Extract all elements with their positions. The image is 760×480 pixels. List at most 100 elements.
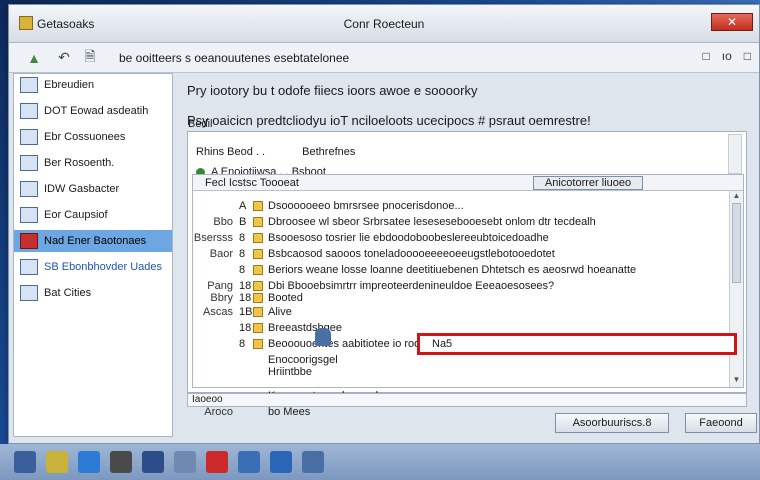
filter-row: Rhins Beod . . Bethrefnes bbox=[196, 146, 355, 158]
taskbar-app-icon[interactable] bbox=[78, 451, 100, 473]
taskbar-app-icon[interactable] bbox=[14, 451, 36, 473]
value-input[interactable]: Na5 bbox=[417, 333, 737, 355]
sidebar: Ebreudien DOT Eowad asdeatih Ebr Cossuonee… bbox=[13, 73, 173, 437]
taskbar-app-icon[interactable] bbox=[110, 451, 132, 473]
row-prefix-label: Aroco bbox=[204, 406, 233, 418]
sidebar-item[interactable]: Ebreudien bbox=[14, 74, 172, 96]
row-number: 8 bbox=[239, 232, 246, 244]
folder-icon bbox=[253, 281, 263, 291]
taskbar-app-icon[interactable] bbox=[238, 451, 260, 473]
taskbar bbox=[0, 444, 760, 480]
tree-row[interactable]: Hriintbbe bbox=[193, 365, 312, 379]
info-icon[interactable]: ıo bbox=[722, 49, 732, 63]
folder-icon bbox=[253, 293, 263, 303]
row-number: 1B bbox=[239, 306, 253, 318]
tree-row[interactable]: Aroco bo Mees bbox=[193, 405, 310, 419]
row-number: 8 bbox=[239, 264, 246, 276]
vertical-scrollbar[interactable]: ▲ ▼ bbox=[729, 191, 743, 387]
sidebar-item-label: Ber Rosoenth. bbox=[44, 157, 115, 169]
folder-icon bbox=[20, 233, 38, 249]
sidebar-item[interactable]: Eor Caupsiof bbox=[14, 204, 172, 226]
tree-row[interactable]: Bsersss 8 Bsooesoso tosrier lie ebdoodoboo… bbox=[193, 231, 549, 245]
folder-icon bbox=[20, 207, 38, 223]
primary-button[interactable]: Asoorbuuriscs.8 bbox=[555, 413, 669, 433]
title-bar[interactable]: Getasoaks Conr Roecteun ✕ bbox=[9, 5, 759, 43]
folder-icon bbox=[20, 129, 38, 145]
row-text: Beriors weane losse loanne deetitiuebene… bbox=[268, 264, 637, 276]
tree-row[interactable]: Bbo B Dbroosee wl sbeor Srbrsatee lesesese… bbox=[193, 215, 596, 229]
folder-icon bbox=[20, 285, 38, 301]
tree-row[interactable]: 8 Beriors weane losse loanne deetitiueben… bbox=[193, 263, 636, 277]
row-text: Hriintbbe bbox=[268, 366, 313, 378]
toolbar: ▲ ↶ 🗎 be ooitteers s oeanouutenes esebta… bbox=[9, 43, 759, 73]
column-header-name[interactable]: Fecl Icstsc Toooeat bbox=[193, 177, 433, 189]
sidebar-item[interactable]: SB Ebonbhovder Uades bbox=[14, 256, 172, 278]
taskbar-app-icon[interactable] bbox=[46, 451, 68, 473]
tree-rows: A Dsoooooeeo bmrsrsee pnocerisdonoe... Bbo… bbox=[193, 193, 727, 418]
row-text: Bsooesoso tosrier lie ebdoodoboobesleree… bbox=[268, 232, 549, 244]
document-icon[interactable]: 🗎 bbox=[79, 47, 101, 69]
main-window: Getasoaks Conr Roecteun ✕ ▲ ↶ 🗎 be ooitt… bbox=[8, 4, 760, 444]
taskbar-app-icon[interactable] bbox=[206, 451, 228, 473]
row-number: A bbox=[239, 200, 247, 212]
maximize-icon[interactable]: □ bbox=[744, 49, 751, 63]
row-prefix-label: Bbry bbox=[210, 292, 233, 304]
folder-icon bbox=[253, 233, 263, 243]
taskbar-app-icon[interactable] bbox=[270, 451, 292, 473]
row-text: Booted bbox=[268, 292, 303, 304]
sidebar-item-label: Nad Ener Baotonaes bbox=[44, 235, 147, 247]
folder-icon bbox=[20, 155, 38, 171]
column-header-type[interactable]: Anicotorrer liuoeo bbox=[533, 175, 643, 190]
taskbar-app-icon[interactable] bbox=[174, 451, 196, 473]
row-number: B bbox=[239, 216, 247, 228]
filter-tag[interactable]: Bethrefnes bbox=[302, 146, 355, 158]
row-text: Dbi Bbooebsimrtrr impreoteerdenineuldoe … bbox=[268, 280, 555, 292]
folder-icon bbox=[253, 339, 263, 349]
tree-view[interactable]: Fecl Icstsc Toooeat Anicotorrer liuoeo A… bbox=[192, 174, 744, 418]
panel-scrollbar[interactable] bbox=[728, 134, 742, 174]
scroll-down-icon[interactable]: ▼ bbox=[730, 375, 743, 387]
sidebar-item-label: Ebr Cossuonees bbox=[44, 131, 126, 143]
tree-row[interactable]: Bbry 18 Booted bbox=[193, 291, 303, 305]
sidebar-item-label: DOT Eowad asdeatih bbox=[44, 105, 149, 117]
tree-header: Fecl Icstsc Toooeat Anicotorrer liuoeo bbox=[193, 175, 743, 191]
sidebar-item[interactable]: Nad Ener Baotonaes bbox=[14, 230, 172, 252]
row-number: 8 bbox=[239, 248, 246, 260]
taskbar-app-icon[interactable] bbox=[142, 451, 164, 473]
row-number: 18 bbox=[239, 292, 252, 304]
user-icon bbox=[315, 328, 331, 346]
row-text: Dbroosee wl sbeor Srbrsatee lesesesebooe… bbox=[268, 216, 596, 228]
sidebar-item[interactable]: Ebr Cossuonees bbox=[14, 126, 172, 148]
scroll-up-icon[interactable]: ▲ bbox=[730, 191, 743, 203]
taskbar-app-icon[interactable] bbox=[302, 451, 324, 473]
status-footer: Iaoeoo bbox=[187, 393, 747, 407]
folder-icon bbox=[253, 265, 263, 275]
folder-icon bbox=[253, 249, 263, 259]
back-icon[interactable]: ↶ bbox=[53, 47, 75, 69]
folder-icon bbox=[253, 201, 263, 211]
window-controls: □ ıo □ bbox=[702, 49, 751, 63]
folder-icon bbox=[20, 77, 38, 93]
close-button[interactable]: ✕ bbox=[711, 13, 753, 31]
filter-name: Rhins Beod . . bbox=[196, 146, 266, 158]
sidebar-item[interactable]: DOT Eowad asdeatih bbox=[14, 100, 172, 122]
scroll-thumb[interactable] bbox=[732, 203, 741, 283]
row-number: 18 bbox=[239, 322, 252, 334]
folder-icon bbox=[20, 259, 38, 275]
row-prefix-label: Bbo bbox=[213, 216, 233, 228]
folder-icon bbox=[20, 103, 38, 119]
row-prefix-label: Bsersss bbox=[193, 232, 233, 244]
folder-icon bbox=[253, 323, 263, 333]
sidebar-item[interactable]: IDW Gasbacter bbox=[14, 178, 172, 200]
sidebar-item[interactable]: Bat Cities bbox=[14, 282, 172, 304]
restore-icon[interactable]: □ bbox=[702, 49, 709, 63]
tree-row[interactable]: Baor 8 Bsbcaosod saooos toneladooooeeeeoee… bbox=[193, 247, 555, 261]
panel-label: Bedil bbox=[188, 118, 213, 130]
sidebar-item[interactable]: Ber Rosoenth. bbox=[14, 152, 172, 174]
mountain-icon[interactable]: ▲ bbox=[19, 47, 49, 69]
tree-row[interactable]: Ascas 1B Alive bbox=[193, 305, 292, 319]
secondary-button[interactable]: Faeoond bbox=[685, 413, 757, 433]
content-area: Pry iootory bu t odofe fiiecs ioors awoe… bbox=[177, 73, 757, 437]
tree-row[interactable]: A Dsoooooeeo bmrsrsee pnocerisdonoe... bbox=[193, 199, 464, 213]
sidebar-item-label: Bat Cities bbox=[44, 287, 92, 299]
